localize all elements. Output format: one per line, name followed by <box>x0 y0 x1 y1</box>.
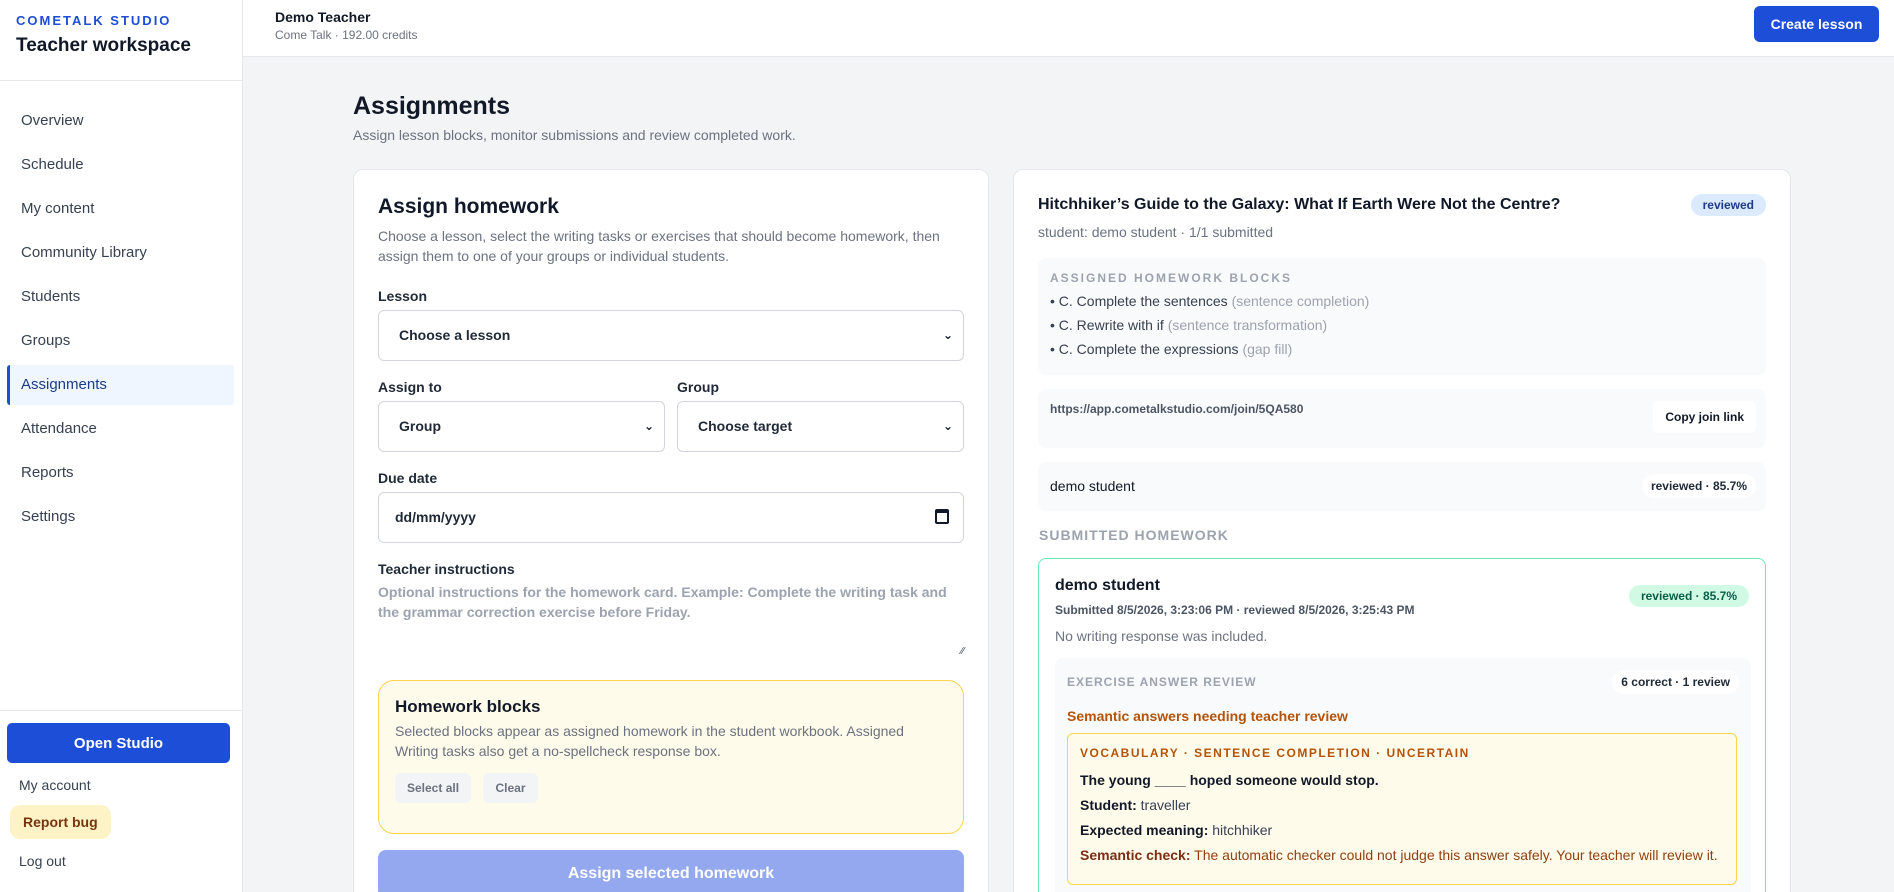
group-label: Group <box>677 379 719 395</box>
submission-meta: Submitted 8/5/2026, 3:23:06 PM · reviewe… <box>1055 603 1415 617</box>
chevron-down-icon: ⌄ <box>942 328 953 342</box>
submission-status-badge: reviewed · 85.7% <box>1628 585 1749 607</box>
user-credits: Come Talk · 192.00 credits <box>275 28 418 42</box>
semantic-check-value: The automatic checker could not judge th… <box>1194 847 1718 863</box>
assigned-blocks-panel: ASSIGNED HOMEWORK BLOCKS • C. Complete t… <box>1038 258 1766 375</box>
join-url: https://app.cometalkstudio.com/join/5QA5… <box>1050 402 1304 416</box>
due-date-input[interactable]: dd/mm/yyyy <box>378 492 964 543</box>
assign-homework-description: Choose a lesson, select the writing task… <box>378 228 940 264</box>
resize-handle-icon[interactable]: ∕∕ <box>961 642 964 662</box>
semantic-item-kicker: VOCABULARY · SENTENCE COMPLETION · UNCER… <box>1080 746 1470 760</box>
review-count-badge: 6 correct · 1 review <box>1612 670 1739 694</box>
student-answer-value: traveller <box>1140 797 1191 813</box>
page-title: Assignments <box>353 92 510 120</box>
chevron-down-icon: ⌄ <box>942 419 953 433</box>
homework-blocks-description: Selected blocks appear as assigned homew… <box>395 723 904 759</box>
semantic-review-heading: Semantic answers needing teacher review <box>1067 708 1348 724</box>
list-item: • C. Complete the sentences (sentence co… <box>1050 293 1754 309</box>
chevron-down-icon: ⌄ <box>643 419 654 433</box>
student-status-badge: reviewed · 85.7% <box>1641 474 1756 498</box>
semantic-check: Semantic check: The automatic checker co… <box>1080 847 1724 863</box>
sidebar-item-schedule[interactable]: Schedule <box>7 145 234 185</box>
submitted-homework-heading: SUBMITTED HOMEWORK <box>1039 527 1229 543</box>
select-all-button[interactable]: Select all <box>395 773 472 803</box>
assignment-subtitle: student: demo student · 1/1 submitted <box>1038 224 1274 240</box>
group-select[interactable]: Choose target ⌄ <box>677 401 964 452</box>
submission-student-name: demo student <box>1055 577 1160 594</box>
expected-meaning-value: hitchhiker <box>1212 822 1273 838</box>
sidebar-item-attendance[interactable]: Attendance <box>7 409 234 449</box>
brand: COMETALK STUDIO Teacher workspace <box>0 0 242 81</box>
semantic-review-item: VOCABULARY · SENTENCE COMPLETION · UNCER… <box>1067 733 1737 885</box>
group-select-value: Choose target <box>698 418 793 434</box>
assign-homework-card: Assign homework Choose a lesson, select … <box>353 169 989 892</box>
sidebar-item-community-library[interactable]: Community Library <box>7 233 234 273</box>
sidebar-item-assignments[interactable]: Assignments <box>7 365 234 405</box>
sidebar-item-my-content[interactable]: My content <box>7 189 234 229</box>
submission-card: demo student reviewed · 85.7% Submitted … <box>1038 558 1766 892</box>
clear-button[interactable]: Clear <box>483 773 538 803</box>
calendar-icon[interactable] <box>935 509 949 524</box>
block-name: • C. Complete the expressions <box>1050 341 1239 357</box>
expected-meaning-label: Expected meaning: <box>1080 822 1209 838</box>
exercise-answer-review: EXERCISE ANSWER REVIEW 6 correct · 1 rev… <box>1055 658 1751 892</box>
log-out-link[interactable]: Log out <box>7 853 234 869</box>
sidebar-item-groups[interactable]: Groups <box>7 321 234 361</box>
sidebar-nav: Overview Schedule My content Community L… <box>0 81 242 537</box>
block-type: (gap fill) <box>1242 341 1293 357</box>
submission-note: No writing response was included. <box>1055 628 1268 644</box>
sidebar: COMETALK STUDIO Teacher workspace Overvi… <box>0 0 243 892</box>
expected-meaning: Expected meaning: hitchhiker <box>1080 822 1724 838</box>
sidebar-item-settings[interactable]: Settings <box>7 497 234 537</box>
list-item: • C. Rewrite with if (sentence transform… <box>1050 317 1754 333</box>
sidebar-item-reports[interactable]: Reports <box>7 453 234 493</box>
instructions-placeholder: Optional instructions for the homework c… <box>378 584 947 620</box>
block-type: (sentence transformation) <box>1167 317 1328 333</box>
due-date-label: Due date <box>378 470 438 486</box>
lesson-select[interactable]: Choose a lesson ⌄ <box>378 310 964 361</box>
assign-selected-homework-button[interactable]: Assign selected homework <box>378 850 964 892</box>
due-date-value: dd/mm/yyyy <box>395 509 476 525</box>
create-lesson-button[interactable]: Create lesson <box>1754 6 1879 42</box>
my-account-link[interactable]: My account <box>7 777 234 793</box>
brand-title: Teacher workspace <box>16 35 191 56</box>
block-name: • C. Rewrite with if <box>1050 317 1164 333</box>
assign-to-select[interactable]: Group ⌄ <box>378 401 665 452</box>
assigned-blocks-kicker: ASSIGNED HOMEWORK BLOCKS <box>1050 271 1293 285</box>
sidebar-footer: Open Studio My account Report bug Log ou… <box>0 710 242 869</box>
brand-kicker: COMETALK STUDIO <box>16 13 172 28</box>
sidebar-item-students[interactable]: Students <box>7 277 234 317</box>
topbar: Demo Teacher Come Talk · 192.00 credits … <box>243 0 1894 57</box>
sidebar-item-overview[interactable]: Overview <box>7 101 234 141</box>
instructions-textarea[interactable]: Optional instructions for the homework c… <box>378 582 964 664</box>
list-item: • C. Complete the expressions (gap fill) <box>1050 341 1754 357</box>
assign-to-select-value: Group <box>399 418 441 434</box>
student-answer-label: Student: <box>1080 797 1137 813</box>
report-bug-button[interactable]: Report bug <box>10 805 111 839</box>
assignment-detail-card: Hitchhiker’s Guide to the Galaxy: What I… <box>1013 169 1791 892</box>
review-kicker: EXERCISE ANSWER REVIEW <box>1067 675 1257 689</box>
student-answer: Student: traveller <box>1080 797 1724 813</box>
block-type: (sentence completion) <box>1231 293 1370 309</box>
homework-blocks-panel: Homework blocks Selected blocks appear a… <box>378 680 964 834</box>
semantic-check-label: Semantic check: <box>1080 847 1191 863</box>
block-name: • C. Complete the sentences <box>1050 293 1228 309</box>
status-badge: reviewed <box>1690 194 1766 216</box>
page-subtitle: Assign lesson blocks, monitor submission… <box>353 127 796 143</box>
homework-blocks-title: Homework blocks <box>395 697 541 716</box>
lesson-label: Lesson <box>378 288 428 304</box>
student-status-row: demo student reviewed · 85.7% <box>1038 462 1766 511</box>
student-name: demo student <box>1050 478 1135 494</box>
join-link-panel: https://app.cometalkstudio.com/join/5QA5… <box>1038 389 1766 448</box>
copy-join-link-button[interactable]: Copy join link <box>1653 401 1756 433</box>
assign-to-label: Assign to <box>378 379 442 395</box>
semantic-item-question: The young ____ hoped someone would stop. <box>1080 772 1379 788</box>
lesson-select-value: Choose a lesson <box>399 327 511 343</box>
assign-homework-title: Assign homework <box>378 195 559 218</box>
open-studio-button[interactable]: Open Studio <box>7 723 230 763</box>
assignment-title: Hitchhiker’s Guide to the Galaxy: What I… <box>1038 196 1561 213</box>
instructions-label: Teacher instructions <box>378 561 515 577</box>
user-name: Demo Teacher <box>275 9 371 25</box>
